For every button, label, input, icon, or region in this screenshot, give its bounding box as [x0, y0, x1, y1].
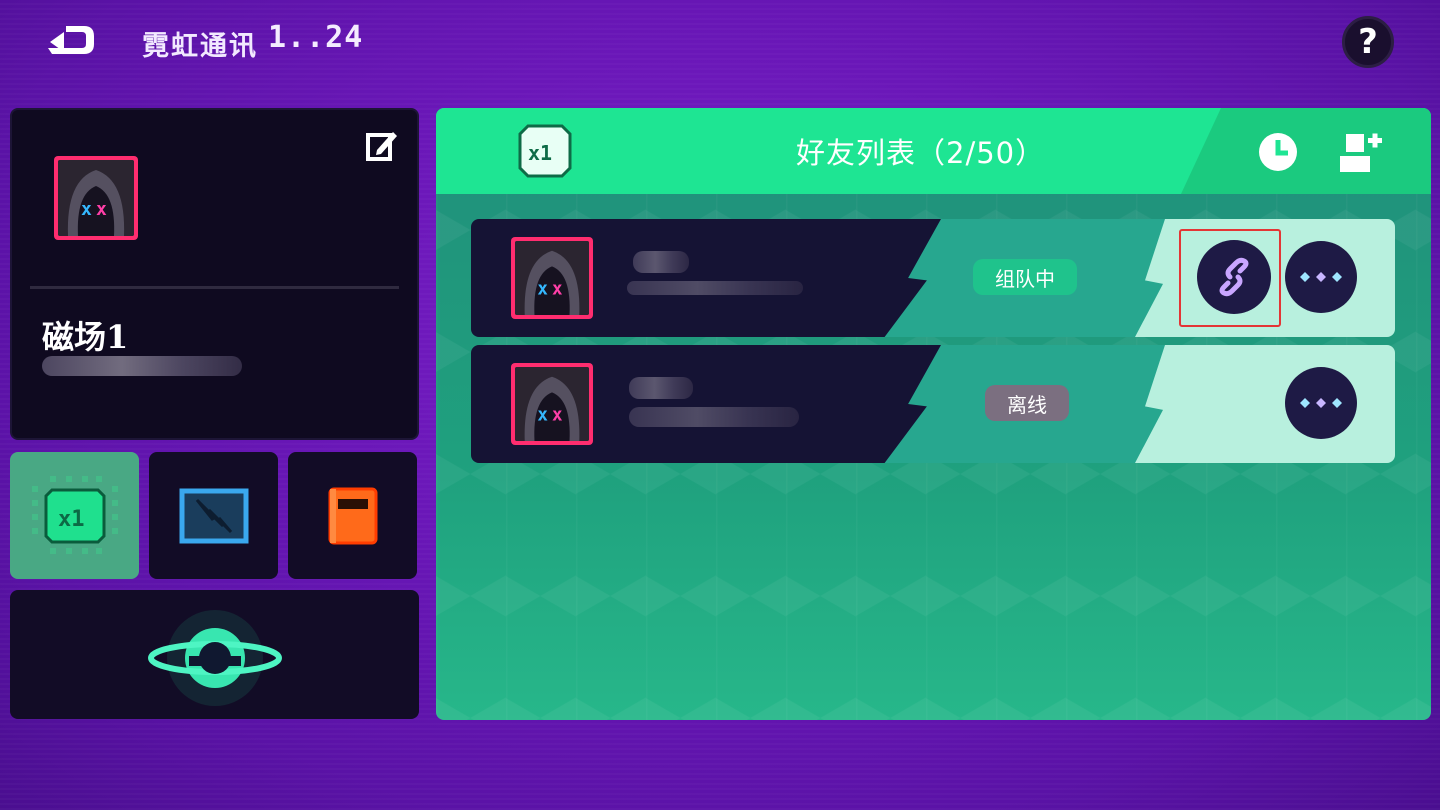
friend-status-badge: 组队中: [973, 259, 1077, 295]
history-button[interactable]: [1256, 130, 1300, 174]
app-title: 霓虹通讯: [142, 31, 258, 62]
more-dots-icon: [1300, 398, 1342, 408]
friend-row[interactable]: x x 离线: [471, 345, 1395, 463]
help-button[interactable]: ?: [1342, 16, 1394, 68]
tile-mail[interactable]: [149, 452, 278, 579]
friend-id-redacted: [629, 407, 799, 427]
player-id-redacted: [42, 356, 242, 376]
link-chain-icon: [1219, 257, 1249, 297]
clock-readout: 1..24: [268, 20, 364, 55]
hooded-avatar-icon: x x: [58, 160, 134, 236]
tile-notebook[interactable]: [288, 452, 417, 579]
edit-icon[interactable]: [365, 128, 399, 162]
back-button[interactable]: [46, 22, 98, 58]
player-name: 磁场1: [42, 318, 129, 356]
back-arrow-icon: [48, 26, 94, 54]
svg-text:x: x: [552, 280, 563, 300]
more-dots-icon: [1300, 272, 1342, 282]
more-options-button[interactable]: [1285, 241, 1357, 313]
friend-name-redacted: [633, 251, 689, 273]
svg-text:x1: x1: [528, 141, 552, 165]
svg-text:x1: x1: [58, 507, 85, 532]
profile-card: x x 磁场1: [10, 108, 419, 440]
friends-title: 好友列表（2/50）: [796, 136, 1046, 170]
question-icon: ?: [1358, 22, 1378, 62]
friend-status-badge: 离线: [985, 385, 1069, 421]
friend-id-redacted: [627, 281, 803, 295]
planet-ring-icon: [147, 609, 282, 706]
join-team-button[interactable]: [1197, 240, 1271, 314]
tile-planet[interactable]: [10, 590, 419, 719]
add-user-icon: [1340, 133, 1382, 172]
panel-header: x1 好友列表（2/50）: [436, 108, 1431, 194]
svg-text:x: x: [537, 406, 548, 426]
x1-chip-icon: x1: [31, 475, 118, 554]
friends-panel: x1 好友列表（2/50） x x 组队中 x x 离线: [436, 108, 1431, 720]
broken-screen-icon: [179, 488, 248, 543]
clock-icon: [1259, 133, 1297, 171]
add-friend-button[interactable]: [1338, 130, 1384, 176]
svg-text:x: x: [537, 280, 548, 300]
friend-row[interactable]: x x 组队中: [471, 219, 1395, 337]
hooded-avatar-icon: x x: [515, 241, 589, 315]
friend-name-redacted: [629, 377, 693, 399]
avatar[interactable]: x x: [54, 156, 138, 240]
friend-avatar[interactable]: x x: [511, 237, 593, 319]
hooded-avatar-icon: x x: [515, 367, 589, 441]
friend-avatar[interactable]: x x: [511, 363, 593, 445]
svg-text:x: x: [96, 199, 107, 220]
header-accent: [1181, 108, 1431, 194]
svg-text:x: x: [552, 406, 563, 426]
tile-friends[interactable]: x1: [10, 452, 139, 579]
notebook-icon: [328, 487, 377, 544]
more-options-button[interactable]: [1285, 367, 1357, 439]
divider: [30, 286, 399, 289]
x1-badge-icon: x1: [514, 122, 574, 180]
svg-text:x: x: [81, 199, 92, 220]
